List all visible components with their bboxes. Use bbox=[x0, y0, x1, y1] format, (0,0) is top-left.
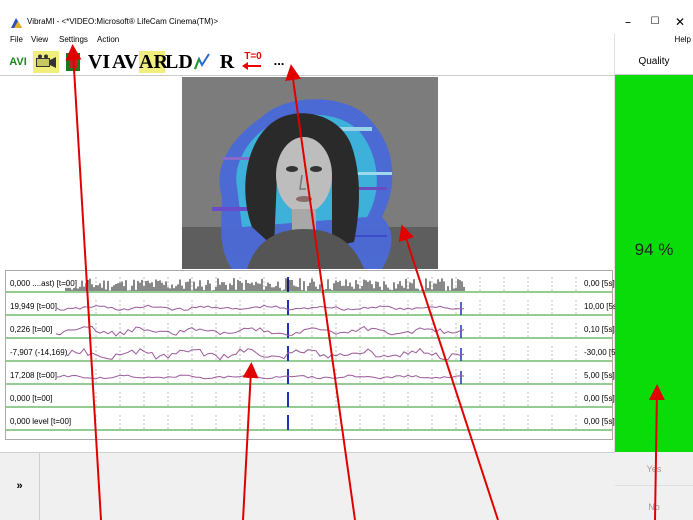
avi-button[interactable]: AVI bbox=[6, 51, 30, 73]
menu-file[interactable]: File bbox=[10, 35, 23, 44]
signal-row: 0,000 [t=00] 0,00 [5s] bbox=[6, 390, 615, 412]
more-button[interactable]: ... bbox=[270, 51, 288, 73]
expand-button[interactable]: » bbox=[0, 452, 40, 520]
video-image bbox=[182, 77, 438, 269]
reset-time-button[interactable]: T=0 bbox=[242, 51, 264, 73]
signal-row: 19,949 [t=00] 10,00 [5s] bbox=[6, 298, 619, 320]
vi-button[interactable]: VI bbox=[87, 51, 111, 73]
menu-bar: File View Settings Action bbox=[0, 34, 615, 48]
bottom-bar bbox=[0, 452, 615, 520]
menu-view[interactable]: View bbox=[31, 35, 48, 44]
menu-help[interactable]: Help bbox=[675, 35, 691, 44]
menu-settings[interactable]: Settings bbox=[59, 35, 88, 44]
graph-icon bbox=[194, 53, 210, 70]
signal-label: 0,000 [t=00] bbox=[10, 394, 53, 403]
signal-row: 0,000 ....ast) [t=00] 0,00 [5s] bbox=[6, 275, 615, 297]
quality-header: Quality bbox=[615, 48, 693, 75]
reset-time-label: T=0 bbox=[244, 51, 262, 62]
record-button[interactable] bbox=[62, 51, 84, 73]
signal-row: -7,907 (-14,169) -30,00 [5s] bbox=[6, 344, 622, 366]
menu-action[interactable]: Action bbox=[97, 35, 119, 44]
signal-row: 0,000 level [t=00] 0,00 [5s] bbox=[6, 413, 615, 435]
video-frame bbox=[182, 77, 438, 269]
maximize-button[interactable]: ☐ bbox=[645, 13, 665, 31]
window-title: VibraMI - <*VIDEO:Microsoft® LifeCam Cin… bbox=[27, 17, 219, 26]
no-button[interactable]: No bbox=[615, 486, 693, 520]
signal-row: 0,226 [t=00] 0,10 [5s] bbox=[6, 321, 615, 343]
signal-label: 0,000 ....ast) [t=00] bbox=[10, 279, 77, 288]
title-bar: VibraMI - <*VIDEO:Microsoft® LifeCam Cin… bbox=[0, 0, 693, 34]
minimize-button[interactable]: – bbox=[618, 13, 638, 31]
ld-button[interactable]: LD bbox=[165, 51, 193, 73]
ar-button[interactable]: AR bbox=[139, 51, 168, 73]
signal-scale: 0,10 [5s] bbox=[584, 325, 615, 334]
signal-scale: 0,00 [5s] bbox=[584, 279, 615, 288]
graph-button[interactable] bbox=[193, 51, 211, 73]
r-button[interactable]: R bbox=[218, 51, 236, 73]
app-icon bbox=[11, 18, 22, 28]
signal-label: 17,208 [t=00] bbox=[10, 371, 57, 380]
camera-button[interactable] bbox=[33, 51, 59, 73]
signal-scale: 0,00 [5s] bbox=[584, 394, 615, 403]
signal-label: 19,949 [t=00] bbox=[10, 302, 57, 311]
record-icon bbox=[66, 53, 80, 71]
signal-scale: 5,00 [5s] bbox=[584, 371, 615, 380]
signal-row: 17,208 [t=00] 5,00 [5s] bbox=[6, 367, 615, 389]
signal-scale: 10,00 [5s] bbox=[584, 302, 620, 311]
signal-label: -7,907 (-14,169) bbox=[10, 348, 68, 357]
signal-label: 0,226 [t=00] bbox=[10, 325, 53, 334]
camera-icon bbox=[36, 54, 56, 68]
signal-scale: 0,00 [5s] bbox=[584, 417, 615, 426]
yes-button[interactable]: Yes bbox=[615, 452, 693, 486]
signal-label: 0,000 level [t=00] bbox=[10, 417, 72, 426]
arrow-left-icon bbox=[242, 62, 261, 70]
close-button[interactable]: ✕ bbox=[670, 13, 690, 31]
av-button[interactable]: AV bbox=[112, 51, 138, 73]
quality-indicator: 94 % bbox=[615, 75, 693, 452]
quality-value: 94 % bbox=[634, 240, 674, 259]
signal-panel: 0,000 ....ast) [t=00] 0,00 [5s] 19,949 [… bbox=[5, 270, 622, 440]
toolbar: AVI VI AV AR LD R T=0 ... bbox=[0, 48, 615, 76]
